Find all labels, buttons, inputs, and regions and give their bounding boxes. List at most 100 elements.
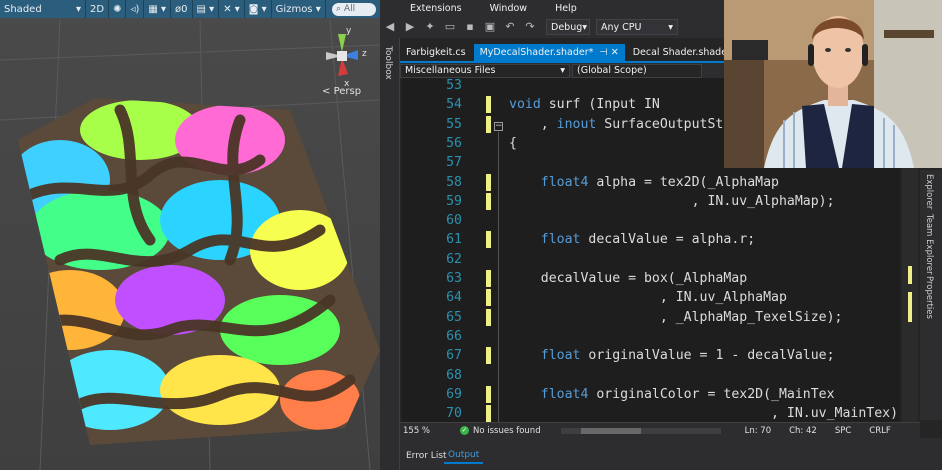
unity-scene-view[interactable]: Shaded ▾ 2D ✺ ◃) ▦ ▾ ø 0 ▤ ▾ ✕ ▾ ◙ ▾ Giz…	[0, 0, 380, 470]
gizmos-label: Gizmos	[275, 3, 313, 15]
scene-search-input[interactable]: ⌕ All	[332, 2, 376, 16]
toolbox-panel-tab[interactable]: Toolbox	[380, 38, 400, 470]
chevron-down-icon: ▾	[582, 21, 588, 33]
pin-icon[interactable]: ⊣	[593, 47, 607, 58]
code-text: void surf (Input IN	[509, 97, 660, 113]
code-line[interactable]: 70 , IN.uv_MainTex)	[402, 404, 900, 422]
grid-icon: ▤ ▾	[196, 3, 215, 15]
line-number: 55	[446, 116, 462, 132]
code-text: float4 originalColor = tex2D(_MainTex	[540, 386, 835, 402]
tab-decal-shader[interactable]: Decal Shader.shader	[627, 44, 737, 61]
code-text: float4 alpha = tex2D(_AlphaMap	[540, 174, 779, 190]
whitespace-mode[interactable]: SPC	[835, 426, 851, 436]
tab-label: Farbigkeit.cs	[406, 47, 466, 58]
toolbox-label: Toolbox	[383, 46, 393, 80]
code-line[interactable]: 63 decalValue = box(_AlphaMap	[402, 269, 900, 288]
save-icon[interactable]: ▪	[463, 20, 477, 34]
code-line[interactable]: 60	[402, 211, 900, 230]
line-number: 66	[446, 328, 462, 344]
change-marker	[486, 289, 491, 307]
open-folder-icon[interactable]: ▭	[443, 20, 457, 34]
solution-config-dropdown[interactable]: Debug ▾	[546, 19, 590, 35]
code-line[interactable]: 62	[402, 250, 900, 269]
y-axis-cone[interactable]	[338, 34, 346, 52]
team-explorer-tab[interactable]: Team Explorer	[924, 214, 934, 275]
right-side-panel-tabs: Explorer Team Explorer Properties	[920, 170, 942, 420]
scrollbar-thumb[interactable]	[580, 427, 641, 434]
code-line[interactable]: 58 float4 alpha = tex2D(_AlphaMap	[402, 173, 900, 192]
tab-farbigkeit[interactable]: Farbigkeit.cs	[400, 44, 472, 61]
tab-label: Decal Shader.shader	[632, 47, 731, 58]
code-line[interactable]: 65 , _AlphaMap_TexelSize);	[402, 308, 900, 327]
code-text: , _AlphaMap_TexelSize);	[509, 309, 843, 325]
back-icon[interactable]: ◀	[383, 20, 397, 34]
projection-label: Persp	[333, 86, 362, 97]
code-text: float decalValue = alpha.r;	[540, 232, 756, 248]
code-line[interactable]: 64 , IN.uv_AlphaMap	[402, 288, 900, 307]
line-number: 68	[446, 367, 462, 383]
chevron-down-icon: ▾	[560, 65, 565, 76]
close-icon[interactable]: ✕	[608, 47, 619, 58]
axis-label-z: z	[362, 49, 367, 59]
change-marker	[486, 385, 491, 403]
menu-window[interactable]: Window	[476, 3, 541, 14]
menu-help[interactable]: Help	[541, 3, 591, 14]
scope-value: (Global Scope)	[577, 65, 647, 76]
orientation-gizmo[interactable]: y z x	[318, 24, 374, 88]
toggle-2d-button[interactable]: 2D	[86, 0, 110, 18]
new-project-icon[interactable]: ✦	[423, 20, 437, 34]
code-text: , inout SurfaceOutputSt	[509, 116, 724, 132]
line-number: 67	[446, 348, 462, 364]
menu-extensions[interactable]: Extensions	[380, 3, 476, 14]
shelf-object	[732, 40, 768, 60]
solution-platform-dropdown[interactable]: Any CPU ▾	[596, 19, 678, 35]
scene-toolbar: Shaded ▾ 2D ✺ ◃) ▦ ▾ ø 0 ▤ ▾ ✕ ▾ ◙ ▾ Giz…	[0, 0, 380, 18]
scene-search-placeholder: All	[343, 4, 356, 14]
hidden-count: 0	[181, 3, 188, 15]
code-line[interactable]: 59 , IN.uv_AlphaMap);	[402, 192, 900, 211]
code-line[interactable]: 68	[402, 366, 900, 385]
code-line[interactable]: 61 float decalValue = alpha.r;	[402, 230, 900, 249]
effects-dropdown[interactable]: ▦ ▾	[144, 0, 172, 18]
shading-mode-dropdown[interactable]: Shaded ▾	[0, 0, 86, 18]
redo-icon[interactable]: ↷	[523, 20, 537, 34]
change-marker	[486, 192, 491, 210]
code-line[interactable]: 66	[402, 327, 900, 346]
code-text: {	[509, 135, 517, 151]
solution-explorer-tab[interactable]: Explorer	[924, 174, 934, 209]
undo-icon[interactable]: ↶	[503, 20, 517, 34]
horizontal-scrollbar[interactable]	[560, 427, 721, 434]
line-number: 61	[446, 232, 462, 248]
project-dropdown[interactable]: Miscellaneous Files ▾	[400, 63, 570, 78]
tools-toggle-button[interactable]: ✕ ▾	[219, 0, 245, 18]
output-tab[interactable]: Output	[444, 448, 484, 464]
projection-toggle[interactable]: < Persp	[322, 86, 361, 97]
hidden-objects-toggle[interactable]: ø 0	[171, 0, 193, 18]
line-ending-mode[interactable]: CRLF	[869, 426, 890, 436]
bottom-tool-tabs: Error List Output	[400, 438, 942, 470]
grid-toggle-button[interactable]: ▤ ▾	[193, 0, 220, 18]
issues-indicator[interactable]: ✓ No issues found	[460, 426, 541, 436]
line-number: 54	[446, 97, 462, 113]
code-line[interactable]: 69 float4 originalColor = tex2D(_MainTex	[402, 385, 900, 404]
screen: Shaded ▾ 2D ✺ ◃) ▦ ▾ ø 0 ▤ ▾ ✕ ▾ ◙ ▾ Giz…	[0, 0, 942, 470]
scope-dropdown[interactable]: (Global Scope)	[572, 63, 702, 78]
tab-mydecalshader[interactable]: MyDecalShader.shader* ⊣ ✕	[473, 44, 625, 61]
gizmos-dropdown[interactable]: Gizmos ▾	[272, 0, 326, 18]
speaker-icon: ◃)	[130, 3, 140, 15]
properties-tab[interactable]: Properties	[924, 276, 934, 319]
lighting-toggle-button[interactable]: ✺	[109, 0, 127, 18]
line-number: 64	[446, 290, 462, 306]
change-marker	[486, 173, 491, 191]
center-cube[interactable]	[337, 51, 347, 61]
camera-toggle-button[interactable]: ◙ ▾	[245, 0, 272, 18]
effects-icon: ▦ ▾	[148, 3, 167, 15]
line-number: 65	[446, 309, 462, 325]
save-all-icon[interactable]: ▣	[483, 20, 497, 34]
code-line[interactable]: 67 float originalValue = 1 - decalValue;	[402, 346, 900, 365]
line-number: 63	[446, 271, 462, 286]
forward-icon[interactable]: ▶	[403, 20, 417, 34]
audio-toggle-button[interactable]: ◃)	[126, 0, 145, 18]
zoom-level[interactable]: 155 %	[400, 426, 450, 436]
tab-label: MyDecalShader.shader*	[479, 47, 594, 58]
